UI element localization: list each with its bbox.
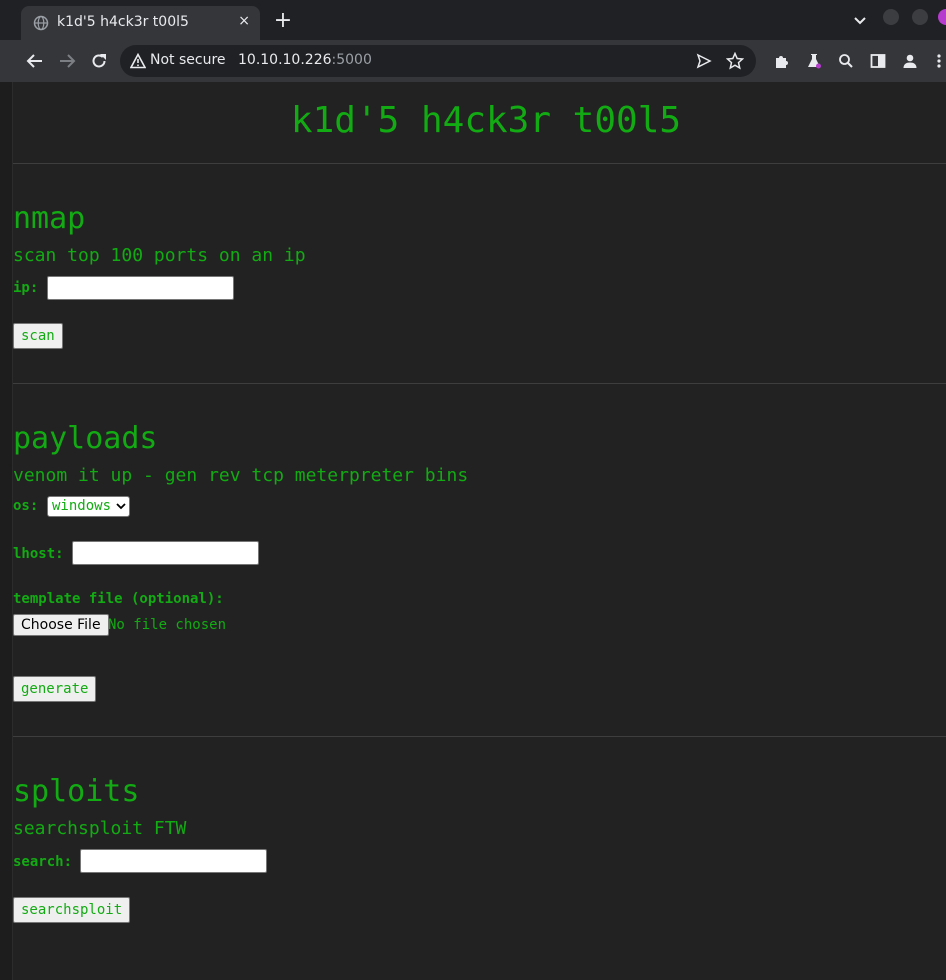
choose-file-button[interactable]: Choose File	[13, 614, 109, 636]
browser-toolbar: Not secure 10.10.10.226:5000	[0, 40, 946, 82]
search-input[interactable]	[80, 849, 267, 873]
forward-icon[interactable]	[57, 51, 77, 71]
page-content: k1d'5 h4ck3r t00l5 nmap scan top 100 por…	[0, 82, 946, 980]
minimize-button[interactable]	[883, 9, 899, 25]
left-edge	[0, 82, 13, 980]
url-port: :5000	[331, 52, 372, 68]
back-icon[interactable]	[25, 51, 45, 71]
send-icon[interactable]	[696, 53, 712, 69]
url-text[interactable]: 10.10.10.226:5000	[238, 52, 372, 68]
tab-strip: k1d'5 h4ck3r t00l5 × +	[0, 0, 946, 40]
nmap-heading: nmap	[13, 201, 86, 236]
star-icon[interactable]	[726, 52, 744, 70]
security-label[interactable]: Not secure	[150, 52, 226, 68]
maximize-button[interactable]	[912, 9, 928, 25]
ip-label: ip:	[13, 280, 39, 296]
os-label: os:	[13, 498, 39, 514]
payloads-heading: payloads	[13, 421, 158, 456]
divider	[13, 383, 946, 384]
divider	[13, 736, 946, 737]
browser-tab[interactable]: k1d'5 h4ck3r t00l5 ×	[21, 6, 260, 40]
warning-icon[interactable]	[130, 53, 146, 69]
payloads-description: venom it up - gen rev tcp meterpreter bi…	[13, 465, 469, 486]
file-status: No file chosen	[108, 617, 227, 633]
close-window-button[interactable]	[938, 9, 946, 25]
tab-title: k1d'5 h4ck3r t00l5	[57, 14, 189, 30]
address-bar[interactable]: Not secure 10.10.10.226:5000	[120, 45, 756, 77]
url-host: 10.10.10.226	[238, 52, 332, 68]
search-label: search:	[13, 854, 73, 870]
browser-chrome: k1d'5 h4ck3r t00l5 × + Not secure 10.10.…	[0, 0, 946, 82]
profile-icon[interactable]	[901, 52, 919, 70]
kebab-menu-icon[interactable]	[933, 52, 945, 70]
sploits-heading: sploits	[13, 774, 140, 809]
sploits-description: searchsploit FTW	[13, 818, 187, 839]
os-select-value: windows	[52, 498, 112, 514]
close-icon[interactable]: ×	[238, 13, 250, 29]
scan-button[interactable]: scan	[13, 323, 63, 349]
lhost-label: lhost:	[13, 546, 64, 562]
chevron-down-icon[interactable]	[852, 13, 868, 29]
chevron-down-icon	[116, 503, 126, 510]
generate-button[interactable]: generate	[13, 676, 97, 702]
sidebar-icon[interactable]	[869, 52, 887, 70]
globe-icon	[33, 15, 49, 31]
searchsploit-button[interactable]: searchsploit	[13, 897, 131, 923]
ip-input[interactable]	[47, 276, 234, 300]
os-select[interactable]: windows	[47, 496, 131, 517]
flask-icon[interactable]	[805, 52, 823, 70]
lhost-input[interactable]	[72, 541, 259, 565]
divider	[13, 163, 946, 164]
search-icon[interactable]	[837, 52, 855, 70]
reload-icon[interactable]	[89, 51, 109, 71]
nmap-description: scan top 100 ports on an ip	[13, 245, 306, 266]
puzzle-icon[interactable]	[773, 52, 791, 70]
template-file-label: template file (optional):	[13, 591, 224, 607]
plus-icon[interactable]: +	[272, 10, 294, 32]
page-title: k1d'5 h4ck3r t00l5	[290, 100, 682, 141]
